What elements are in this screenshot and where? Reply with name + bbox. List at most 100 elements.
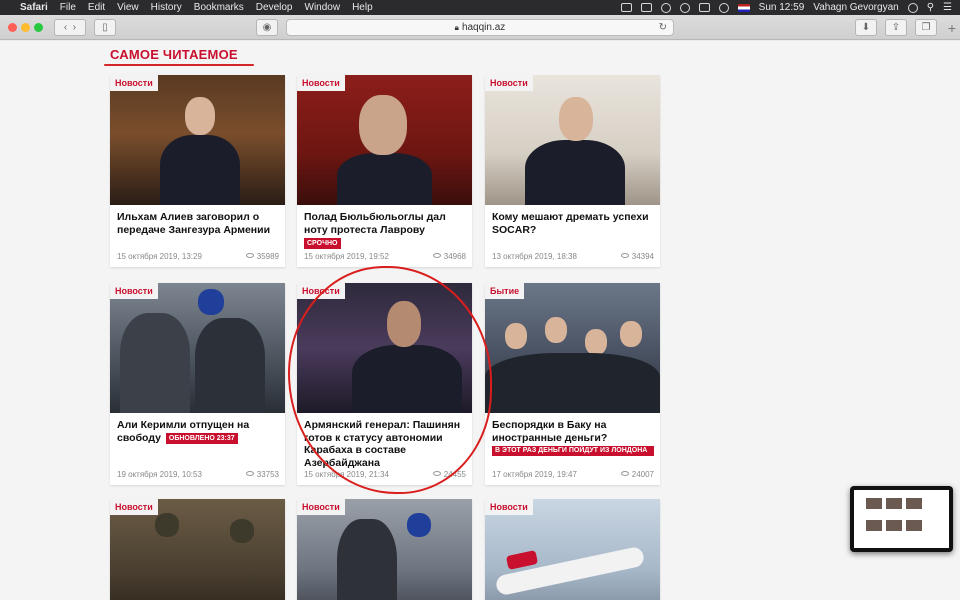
news-card-title[interactable]: Али Керимли отпущен на свободу ОБНОВЛЕНО…: [110, 413, 285, 444]
reload-icon[interactable]: ↻: [659, 22, 667, 33]
news-card[interactable]: Новости Кому мешают дремать успехи SOCAR…: [485, 75, 660, 267]
wifi-icon[interactable]: [679, 2, 690, 13]
screenshot-thumbnail[interactable]: [850, 486, 953, 552]
window-zoom-button[interactable]: [34, 23, 43, 32]
news-card-photo[interactable]: Новости: [297, 499, 472, 600]
lock-icon: 🔒︎: [454, 22, 459, 32]
section-title-underline: [104, 64, 254, 66]
notification-center-icon[interactable]: ☰: [943, 2, 952, 13]
news-card-meta: 15 октября 2019, 21:34 24455: [304, 470, 466, 479]
news-card-title[interactable]: Армянский генерал: Пашинян готов к стату…: [297, 413, 472, 469]
news-card-category[interactable]: Новости: [297, 75, 345, 91]
eye-icon: [620, 471, 629, 476]
news-card-category[interactable]: Новости: [110, 75, 158, 91]
news-card-category[interactable]: Новости: [485, 499, 533, 515]
new-tab-icon[interactable]: +: [948, 20, 956, 36]
back-arrow-icon[interactable]: ‹: [64, 22, 67, 33]
downloads-button[interactable]: ⬇: [855, 19, 877, 36]
news-card-views: 33753: [245, 470, 279, 479]
news-card-title[interactable]: Полад Бюльбюльоглы дал ноту протеста Лав…: [297, 205, 472, 250]
volume-icon[interactable]: [718, 2, 729, 13]
back-forward-buttons[interactable]: ‹ ›: [54, 19, 86, 36]
news-card-photo[interactable]: Новости: [110, 283, 285, 413]
news-card-meta: 15 октября 2019, 13:29 35989: [117, 252, 279, 261]
news-card-photo[interactable]: Новости: [485, 75, 660, 205]
news-card-meta: 13 октября 2019, 18:38 34394: [492, 252, 654, 261]
tabs-overview-button[interactable]: ❐: [915, 19, 937, 36]
news-card[interactable]: Новости: [110, 499, 285, 600]
news-card[interactable]: Новости: [485, 499, 660, 600]
menu-history[interactable]: History: [151, 2, 182, 13]
window-close-button[interactable]: [8, 23, 17, 32]
spotlight-search-icon[interactable]: ⚲: [927, 2, 934, 13]
sidebar-icon: ▯: [102, 22, 108, 33]
subtitle-tag: В ЭТОТ РАЗ ДЕНЬГИ ПОЙДУТ ИЗ ЛОНДОНА: [492, 446, 654, 456]
news-card-title[interactable]: Ильхам Алиев заговорил о передаче Зангез…: [110, 205, 285, 236]
news-card[interactable]: Бытие Беспорядки в Баку на иностранные д…: [485, 283, 660, 485]
screenshot-thumbnail-preview: [854, 490, 949, 548]
news-card-category[interactable]: Новости: [297, 499, 345, 515]
menu-bookmarks[interactable]: Bookmarks: [194, 2, 244, 13]
window-minimize-button[interactable]: [21, 23, 30, 32]
breaking-tag: СРОЧНО: [304, 238, 341, 249]
news-card-photo[interactable]: Новости: [110, 499, 285, 600]
news-card-title[interactable]: Кому мешают дремать успехи SOCAR?: [485, 205, 660, 236]
news-card-views: 24007: [620, 470, 654, 479]
updated-tag: ОБНОВЛЕНО 23:37: [165, 432, 238, 444]
menu-view[interactable]: View: [117, 2, 139, 13]
menu-develop[interactable]: Develop: [256, 2, 293, 13]
news-card[interactable]: Новости Полад Бюльбюльоглы дал ноту прот…: [297, 75, 472, 267]
news-card-date: 15 октября 2019, 21:34: [304, 470, 389, 479]
news-card-meta: 15 октября 2019, 19:52 34968: [304, 252, 466, 261]
news-card-date: 13 октября 2019, 18:38: [492, 252, 577, 261]
menu-bar: Safari File Edit View History Bookmarks …: [0, 0, 960, 15]
user-avatar-icon[interactable]: [907, 2, 918, 13]
extension-button[interactable]: ◉: [256, 19, 278, 36]
status-app-icon[interactable]: [620, 3, 632, 12]
menu-help[interactable]: Help: [352, 2, 373, 13]
news-card-title[interactable]: Беспорядки в Баку на иностранные деньги?: [485, 413, 660, 444]
news-card[interactable]: Новости Армянский генерал: Пашинян готов…: [297, 283, 472, 485]
menu-window[interactable]: Window: [305, 2, 341, 13]
news-card-date: 15 октября 2019, 13:29: [117, 252, 202, 261]
eye-icon: [245, 471, 254, 476]
news-card-views: 34394: [620, 252, 654, 261]
web-page: САМОЕ ЧИТАЕМОЕ Новости Ильхам Алиев заго…: [0, 41, 960, 600]
news-card-category[interactable]: Новости: [297, 283, 345, 299]
address-bar[interactable]: 🔒︎ haqqin.az ↻: [286, 19, 674, 36]
tabs-icon: ❐: [921, 22, 931, 33]
news-card-photo[interactable]: Бытие: [485, 283, 660, 413]
menu-user[interactable]: Vahagn Gevorgyan: [813, 2, 898, 13]
share-icon: ⇪: [891, 22, 901, 33]
address-bar-url: haqqin.az: [461, 22, 506, 33]
news-card[interactable]: Новости Ильхам Алиев заговорил о передач…: [110, 75, 285, 267]
eye-icon: [432, 253, 441, 258]
news-card-photo[interactable]: Новости: [297, 75, 472, 205]
share-button[interactable]: ⇪: [885, 19, 907, 36]
news-card-category[interactable]: Новости: [485, 75, 533, 91]
battery-icon[interactable]: [698, 3, 710, 12]
menu-file[interactable]: File: [60, 2, 76, 13]
news-card-category[interactable]: Новости: [110, 283, 158, 299]
download-icon: ⬇: [861, 22, 871, 33]
news-card-views: 24455: [432, 470, 466, 479]
forward-arrow-icon[interactable]: ›: [73, 22, 76, 33]
input-source-flag-icon[interactable]: [737, 3, 750, 12]
news-card-photo[interactable]: Новости: [485, 499, 660, 600]
eye-icon: [432, 471, 441, 476]
menu-app-name[interactable]: Safari: [20, 2, 48, 13]
news-card-views: 34968: [432, 252, 466, 261]
news-card-photo[interactable]: Новости: [297, 283, 472, 413]
news-card-category[interactable]: Бытие: [485, 283, 525, 299]
news-card-date: 15 октября 2019, 19:52: [304, 252, 389, 261]
sidebar-button[interactable]: ▯: [94, 19, 116, 36]
bluetooth-icon[interactable]: [660, 2, 671, 13]
menu-clock[interactable]: Sun 12:59: [759, 2, 805, 13]
news-card-category[interactable]: Новости: [110, 499, 158, 515]
news-card[interactable]: Новости: [297, 499, 472, 600]
news-card-views: 35989: [245, 252, 279, 261]
news-card[interactable]: Новости Али Керимли отпущен на свободу О…: [110, 283, 285, 485]
menu-edit[interactable]: Edit: [88, 2, 105, 13]
news-card-photo[interactable]: Новости: [110, 75, 285, 205]
airplay-icon[interactable]: [640, 3, 652, 12]
